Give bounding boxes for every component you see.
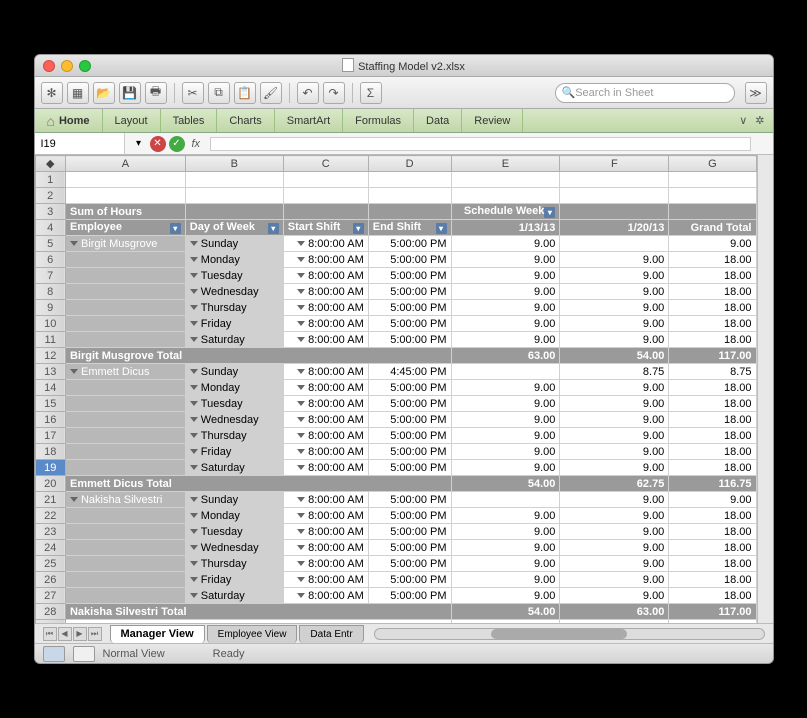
select-all[interactable]: ◆ xyxy=(35,156,65,172)
search-placeholder: Search in Sheet xyxy=(575,87,653,99)
overflow-button[interactable]: ≫ xyxy=(745,82,767,104)
autosum-button[interactable]: Σ xyxy=(360,82,382,104)
sheet-tab-data-entry[interactable]: Data Entr xyxy=(299,625,363,643)
vertical-scrollbar[interactable] xyxy=(757,155,773,623)
formula-input[interactable] xyxy=(210,137,750,151)
tab-home[interactable]: ⌂Home xyxy=(35,109,103,132)
document-icon xyxy=(342,58,354,72)
paste-button[interactable]: 📋 xyxy=(234,82,256,104)
col-header-C[interactable]: C xyxy=(283,156,368,172)
col-header-B[interactable]: B xyxy=(185,156,283,172)
redo-button[interactable]: ↷ xyxy=(323,82,345,104)
search-icon: 🔍 xyxy=(562,86,576,99)
formula-bar: I19 ▾ ✕ ✓ fx xyxy=(35,133,773,155)
view-label: Normal View xyxy=(103,648,165,660)
sheet-tab-manager-view[interactable]: Manager View xyxy=(110,625,205,643)
sheet-area: ◆ABCDEFG123Sum of HoursSchedule Week ▾4E… xyxy=(35,155,773,623)
tab-data[interactable]: Data xyxy=(414,109,462,132)
status-ready: Ready xyxy=(213,648,245,660)
confirm-icon[interactable]: ✓ xyxy=(169,136,185,152)
new-button[interactable]: ✻ xyxy=(41,82,63,104)
normal-view-button[interactable] xyxy=(43,646,65,662)
horizontal-scrollbar[interactable] xyxy=(374,628,765,640)
page-layout-view-button[interactable] xyxy=(73,646,95,662)
format-painter-button[interactable]: 🖌 xyxy=(260,82,282,104)
tab-tables[interactable]: Tables xyxy=(161,109,218,132)
tab-review[interactable]: Review xyxy=(462,109,523,132)
ribbon: ⌂Home Layout Tables Charts SmartArt Form… xyxy=(35,109,773,133)
toolbar: ✻ ▦ 📂 💾 🖶 ✂ ⧉ 📋 🖌 ↶ ↷ Σ 🔍 Search in Shee… xyxy=(35,77,773,109)
last-sheet-button[interactable]: ⏭ xyxy=(88,627,102,641)
zoom-icon[interactable] xyxy=(79,60,91,72)
prev-sheet-button[interactable]: ◀ xyxy=(58,627,72,641)
search-input[interactable]: 🔍 Search in Sheet xyxy=(555,83,735,103)
grid[interactable]: ◆ABCDEFG123Sum of HoursSchedule Week ▾4E… xyxy=(35,155,757,623)
minimize-icon[interactable] xyxy=(61,60,73,72)
expand-icon[interactable]: ∨ xyxy=(739,114,747,127)
sheet-tab-employee-view[interactable]: Employee View xyxy=(207,625,298,643)
save-button[interactable]: 💾 xyxy=(119,82,141,104)
tab-charts[interactable]: Charts xyxy=(217,109,274,132)
cut-button[interactable]: ✂ xyxy=(182,82,204,104)
dropdown-icon[interactable]: ▾ xyxy=(131,136,147,152)
tab-smartart[interactable]: SmartArt xyxy=(275,109,343,132)
status-bar: Normal View Ready xyxy=(35,643,773,663)
templates-button[interactable]: ▦ xyxy=(67,82,89,104)
open-button[interactable]: 📂 xyxy=(93,82,115,104)
close-icon[interactable] xyxy=(43,60,55,72)
undo-button[interactable]: ↶ xyxy=(297,82,319,104)
titlebar[interactable]: Staffing Model v2.xlsx xyxy=(35,55,773,77)
col-header-E[interactable]: E xyxy=(451,156,560,172)
col-header-D[interactable]: D xyxy=(368,156,451,172)
gear-icon[interactable]: ✲ xyxy=(755,114,764,127)
col-header-G[interactable]: G xyxy=(669,156,756,172)
sheet-tabs: ⏮ ◀ ▶ ⏭ Manager View Employee View Data … xyxy=(35,623,773,643)
col-header-F[interactable]: F xyxy=(560,156,669,172)
copy-button[interactable]: ⧉ xyxy=(208,82,230,104)
first-sheet-button[interactable]: ⏮ xyxy=(43,627,57,641)
window-title: Staffing Model v2.xlsx xyxy=(35,58,773,73)
home-icon: ⌂ xyxy=(47,116,55,126)
tab-formulas[interactable]: Formulas xyxy=(343,109,414,132)
name-box[interactable]: I19 xyxy=(35,133,125,154)
tab-layout[interactable]: Layout xyxy=(103,109,161,132)
app-window: Staffing Model v2.xlsx ✻ ▦ 📂 💾 🖶 ✂ ⧉ 📋 🖌… xyxy=(34,54,774,664)
fx-icon[interactable]: fx xyxy=(188,138,205,150)
next-sheet-button[interactable]: ▶ xyxy=(73,627,87,641)
print-button[interactable]: 🖶 xyxy=(145,82,167,104)
col-header-A[interactable]: A xyxy=(65,156,185,172)
cancel-icon[interactable]: ✕ xyxy=(150,136,166,152)
